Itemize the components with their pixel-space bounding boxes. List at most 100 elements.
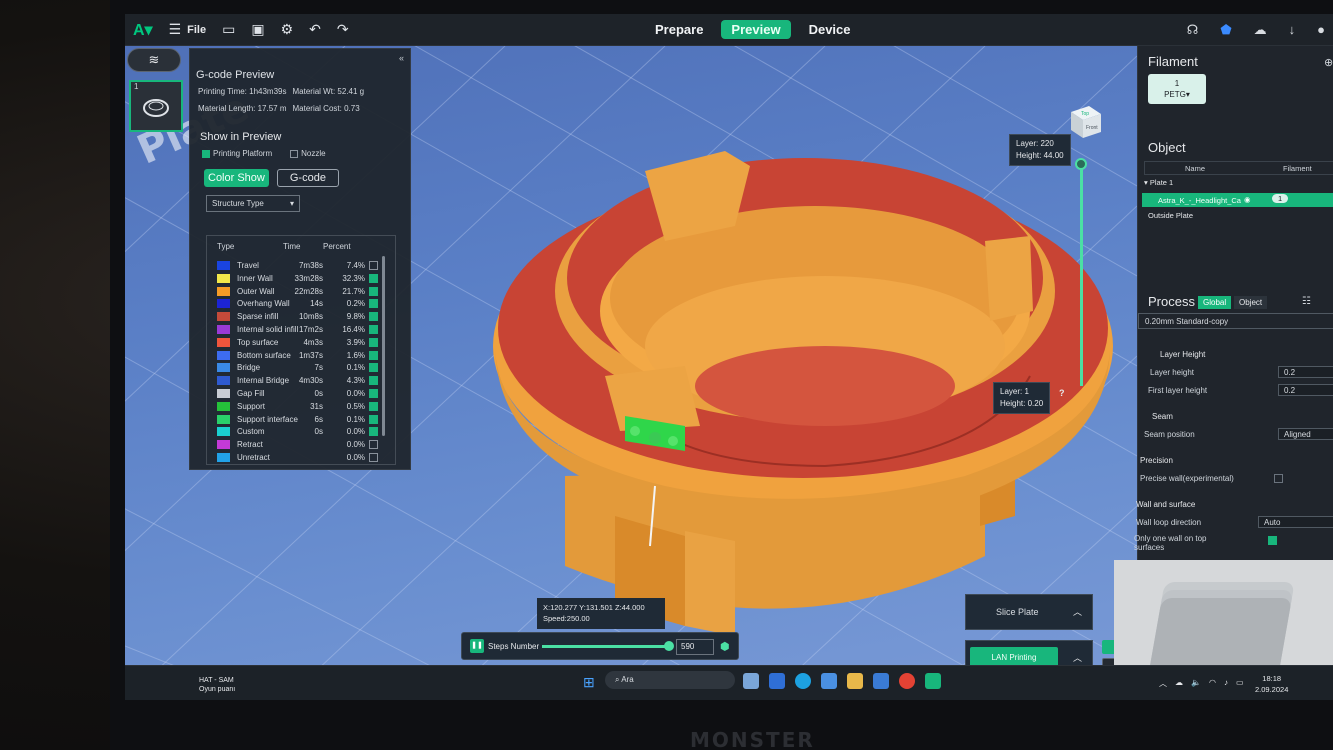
collapse-icon[interactable]: «: [399, 53, 404, 63]
layer-height-input[interactable]: 0.2: [1278, 366, 1333, 378]
download-icon[interactable]: ↓: [1289, 22, 1296, 38]
visibility-eye-icon[interactable]: ◉: [1244, 195, 1251, 204]
cube-icon[interactable]: ⬢: [720, 640, 730, 653]
help-icon[interactable]: ?: [1059, 388, 1065, 398]
edge-icon[interactable]: [795, 673, 811, 689]
first-layer-height-input[interactable]: 0.2: [1278, 384, 1333, 396]
structure-type-select[interactable]: Structure Type ▾: [206, 195, 300, 212]
cloud-icon[interactable]: ☁: [1175, 678, 1183, 689]
slicer-app-icon[interactable]: [925, 673, 941, 689]
steps-slider-handle[interactable]: [664, 641, 674, 651]
layer-slider-track[interactable]: [1080, 164, 1083, 386]
wifi-icon[interactable]: ◠: [1209, 678, 1216, 689]
pause-icon[interactable]: ❚❚: [470, 639, 484, 653]
user-icon[interactable]: ●: [1317, 22, 1325, 38]
tree-object-row[interactable]: Astra_K_-_Headlight_Ca ◉ 1: [1142, 193, 1333, 207]
layers-icon[interactable]: ≋: [127, 48, 181, 72]
redo-icon[interactable]: ↷: [337, 21, 349, 38]
legend-time: 14s: [310, 299, 323, 309]
legend-visibility-checkbox[interactable]: [369, 401, 378, 411]
layer-height-label: Layer height: [1150, 368, 1195, 377]
legend-row: Custom 0s 0.0%: [207, 425, 395, 438]
tab-prepare[interactable]: Prepare: [645, 20, 713, 39]
tab-preview[interactable]: Preview: [721, 20, 791, 39]
file-explorer-icon[interactable]: [847, 673, 863, 689]
file-menu[interactable]: File: [187, 24, 206, 36]
legend-visibility-checkbox[interactable]: [369, 440, 378, 450]
toolhead-position-readout: X:120.277 Y:131.501 Z:44.000 Speed:250.0…: [537, 598, 665, 629]
object-toggle-button[interactable]: Object: [1234, 296, 1268, 309]
undo-icon[interactable]: ↶: [309, 21, 321, 38]
legend-visibility-checkbox[interactable]: [369, 337, 378, 347]
steps-number-input[interactable]: 590: [676, 639, 714, 655]
plate-thumbnail[interactable]: 1: [129, 80, 183, 132]
store-icon[interactable]: [873, 673, 889, 689]
process-heading: Process: [1148, 294, 1195, 309]
legend-visibility-checkbox[interactable]: [369, 324, 378, 334]
headset-icon[interactable]: ☊: [1187, 22, 1199, 38]
only-one-wall-checkbox[interactable]: [1268, 536, 1277, 545]
outlook-icon[interactable]: [769, 673, 785, 689]
tree-outside-plate-row[interactable]: Outside Plate: [1148, 211, 1193, 220]
menu-icon[interactable]: ☰: [169, 21, 182, 38]
gcode-button[interactable]: G-code: [276, 169, 339, 187]
save-icon[interactable]: ▣: [251, 21, 264, 38]
plate-number: 1: [134, 82, 139, 91]
add-filament-icon[interactable]: ⊕: [1324, 56, 1333, 69]
app-logo-icon[interactable]: A▾: [133, 20, 153, 40]
copilot-icon[interactable]: [821, 673, 837, 689]
layer-slider-top-handle[interactable]: [1075, 158, 1087, 170]
legend-color-swatch: [217, 363, 230, 373]
shield-icon[interactable]: ⬟: [1220, 22, 1231, 38]
3d-viewport[interactable]: Plate: [125, 46, 1137, 700]
windows-start-icon[interactable]: ⊞: [583, 674, 595, 691]
legend-visibility-checkbox[interactable]: [369, 376, 378, 386]
legend-visibility-checkbox[interactable]: [369, 427, 378, 437]
object-filament-badge[interactable]: 1: [1272, 194, 1289, 203]
task-view-icon[interactable]: [743, 673, 759, 689]
legend-visibility-checkbox[interactable]: [369, 414, 378, 424]
clock[interactable]: 18:18 2.09.2024: [1255, 674, 1288, 695]
steps-slider-track[interactable]: [542, 645, 670, 648]
tree-plate-row[interactable]: ▾ Plate 1: [1144, 178, 1173, 187]
color-show-button[interactable]: Color Show: [204, 169, 269, 187]
legend-color-swatch: [217, 312, 230, 322]
chevron-up-icon[interactable]: ︿: [1159, 678, 1167, 689]
legend-time: 4m30s: [298, 376, 323, 386]
legend-scrollbar[interactable]: [382, 256, 385, 436]
chrome-icon[interactable]: [899, 673, 915, 689]
tab-device[interactable]: Device: [799, 20, 861, 39]
global-toggle-button[interactable]: Global: [1198, 296, 1232, 309]
list-settings-icon[interactable]: ☷: [1302, 296, 1311, 307]
wall-loop-direction-select[interactable]: Auto: [1258, 516, 1333, 528]
open-folder-icon[interactable]: ▭: [222, 21, 235, 38]
volume-icon[interactable]: 🔈: [1191, 678, 1201, 689]
legend-visibility-checkbox[interactable]: [369, 261, 378, 270]
news-widget[interactable]: HAT - SAM Oyun puanı: [199, 676, 235, 694]
legend-visibility-checkbox[interactable]: [369, 299, 378, 309]
process-preset-select[interactable]: 0.20mm Standard-copy: [1138, 313, 1333, 329]
chevron-up-icon[interactable]: ︿: [1073, 651, 1082, 664]
photo-background: MONSTER A▾ ☰ File ▭ ▣ ⚙ ↶ ↷ Prepare Prev…: [0, 0, 1333, 750]
nozzle-checkbox[interactable]: Nozzle: [290, 149, 326, 158]
legend-visibility-checkbox[interactable]: [369, 388, 378, 398]
settings-gear-icon[interactable]: ⚙: [281, 21, 294, 38]
legend-visibility-checkbox[interactable]: [369, 286, 378, 296]
legend-visibility-checkbox[interactable]: [369, 273, 378, 283]
chevron-up-icon[interactable]: ︿: [1073, 605, 1082, 618]
view-cube[interactable]: Top Front: [1065, 102, 1105, 142]
filament-slot[interactable]: 1 PETG▾: [1148, 74, 1206, 104]
legend-color-swatch: [217, 286, 230, 296]
legend-visibility-checkbox[interactable]: [369, 350, 378, 360]
legend-visibility-checkbox[interactable]: [369, 363, 378, 373]
seam-position-select[interactable]: Aligned: [1278, 428, 1333, 440]
printing-platform-checkbox[interactable]: Printing Platform: [202, 149, 272, 158]
precise-wall-checkbox[interactable]: [1274, 474, 1283, 483]
taskbar-search[interactable]: ⌕ Ara: [605, 671, 735, 689]
legend-visibility-checkbox[interactable]: [369, 452, 378, 462]
battery-icon[interactable]: ▭: [1236, 678, 1244, 689]
slice-plate-button[interactable]: Slice Plate: [996, 607, 1039, 617]
speaker-icon[interactable]: ♪: [1224, 678, 1228, 689]
cloud-upload-icon[interactable]: ☁: [1254, 22, 1267, 38]
legend-visibility-checkbox[interactable]: [369, 312, 378, 322]
